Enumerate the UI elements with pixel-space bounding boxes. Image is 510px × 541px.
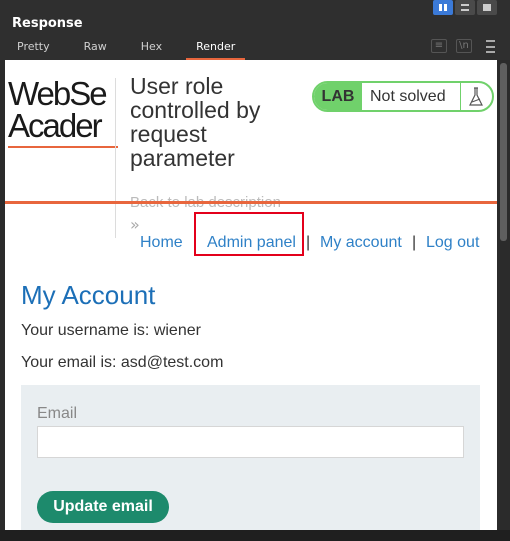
change-email-form: Email Update email xyxy=(21,385,480,530)
lab-badge: LAB xyxy=(314,83,362,110)
newline-icon[interactable]: \n xyxy=(456,39,472,53)
logo-text-line1: WebSe xyxy=(8,78,108,112)
tab-hex[interactable]: Hex xyxy=(131,38,172,58)
lab-status-widget: LAB Not solved xyxy=(312,81,494,112)
tab-pretty[interactable]: Pretty xyxy=(7,38,60,58)
scrollbar-thumb[interactable] xyxy=(500,63,507,241)
panel-title: Response xyxy=(12,16,83,31)
tab-raw[interactable]: Raw xyxy=(74,38,117,58)
status-separator xyxy=(460,83,461,110)
username-text: Your username is: wiener xyxy=(21,322,201,339)
nav-log-out-link[interactable]: Log out xyxy=(426,234,479,252)
nav-separator: | xyxy=(306,234,311,251)
update-email-button[interactable]: Update email xyxy=(37,491,169,523)
nav-separator: | xyxy=(412,234,417,251)
double-chevron-right-icon: » xyxy=(130,215,140,234)
horizontal-view-toggle-icon[interactable] xyxy=(455,0,475,15)
email-text: Your email is: asd@test.com xyxy=(21,354,224,371)
wrap-lines-icon[interactable]: ≡ xyxy=(431,39,447,53)
vertical-scrollbar[interactable] xyxy=(497,60,510,530)
header-rule xyxy=(5,201,497,204)
lab-title: User role controlled by request paramete… xyxy=(130,73,261,171)
admin-panel-highlight xyxy=(194,212,304,256)
nav-home-link[interactable]: Home xyxy=(140,234,183,252)
response-panel-header: Response Pretty Raw Hex Render ≡ \n xyxy=(0,0,510,60)
email-label: Email xyxy=(37,405,78,422)
header-divider xyxy=(115,78,116,238)
page-title: My Account xyxy=(21,280,156,310)
menu-icon[interactable] xyxy=(486,40,495,53)
response-tabs: Pretty Raw Hex Render xyxy=(7,38,259,60)
web-security-academy-logo[interactable]: WebSe Acader xyxy=(8,78,118,150)
bottom-bar xyxy=(0,530,510,541)
lab-status-text: Not solved xyxy=(370,88,446,105)
tab-render[interactable]: Render xyxy=(186,38,246,60)
flask-icon xyxy=(469,87,483,106)
nav-my-account-link[interactable]: My account xyxy=(320,234,402,252)
split-view-toggle-icon[interactable] xyxy=(433,0,453,15)
rendered-page: WebSe Acader User role controlled by req… xyxy=(5,60,497,530)
email-field[interactable] xyxy=(37,426,464,458)
logo-underline xyxy=(8,146,118,148)
logo-text-line2: Acader xyxy=(8,107,103,144)
single-view-toggle-icon[interactable] xyxy=(477,0,497,15)
